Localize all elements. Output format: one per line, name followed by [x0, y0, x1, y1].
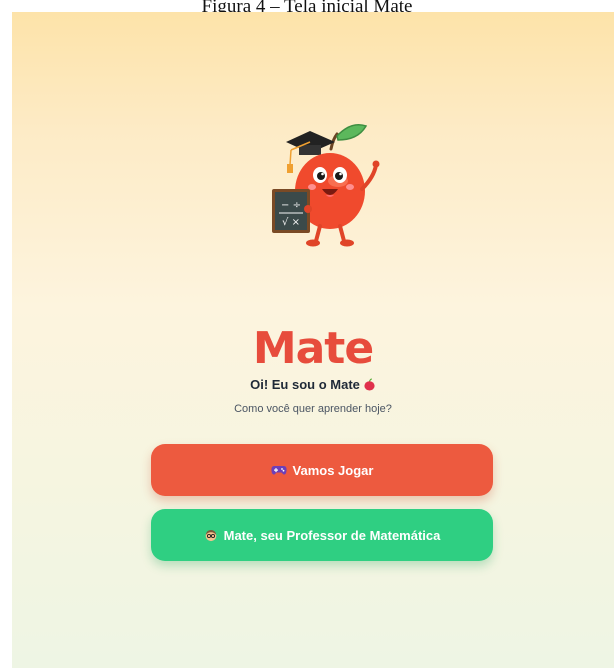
- chalkboard-line2: √ ×: [282, 217, 300, 228]
- chalkboard-line1: − ÷: [281, 200, 301, 211]
- play-button-label: Vamos Jogar: [292, 462, 374, 478]
- home-screen: − ÷ √ × Mate Oi! Eu sou o Mate Como você…: [12, 12, 614, 668]
- teacher-icon: [204, 528, 218, 542]
- play-button[interactable]: Vamos Jogar: [151, 444, 493, 496]
- teacher-button[interactable]: Mate, seu Professor de Matemática: [151, 509, 493, 561]
- apple-mascot-icon: − ÷ √ ×: [272, 124, 380, 247]
- app-title: Mate: [252, 323, 374, 374]
- teacher-button-label: Mate, seu Professor de Matemática: [223, 527, 441, 543]
- apple-emoji-icon: [363, 378, 376, 396]
- subtitle-text: Como você quer aprender hoje?: [234, 403, 392, 415]
- greeting-label: Oi! Eu sou o Mate: [250, 377, 360, 392]
- greeting-text: Oi! Eu sou o Mate: [12, 376, 614, 396]
- gamepad-icon: [270, 464, 287, 476]
